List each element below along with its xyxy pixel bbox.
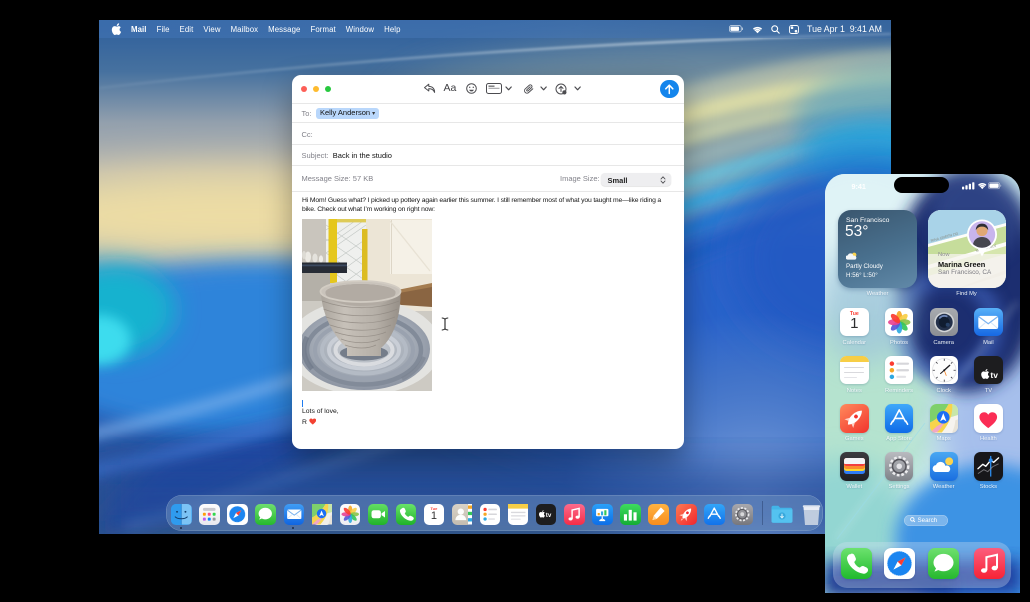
svg-text:tv: tv — [546, 512, 552, 519]
svg-text:tv: tv — [991, 370, 999, 380]
